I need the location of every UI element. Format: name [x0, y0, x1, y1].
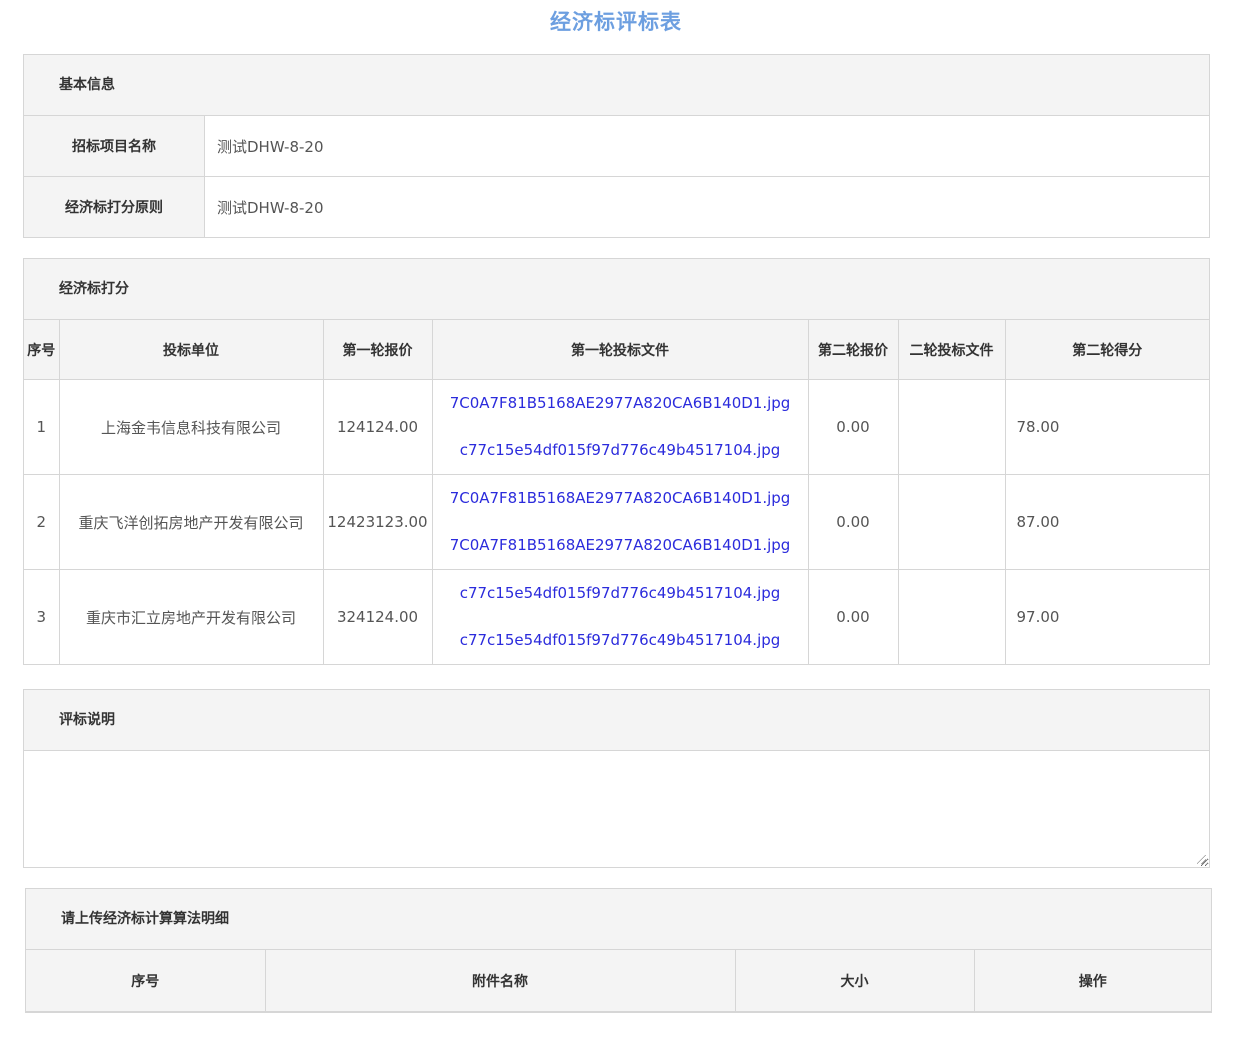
row-price1: 12423123.00 — [322, 474, 433, 570]
col-attach-index: 序号 — [26, 950, 266, 1012]
attachments-panel: 请上传经济标计算算法明细 序号 附件名称 大小 操作 — [25, 888, 1212, 1013]
basic-info-header: 基本信息 — [24, 55, 1209, 116]
basic-info-panel: 基本信息 招标项目名称 测试DHW-8-20 经济标打分原则 测试DHW-8-2… — [23, 54, 1210, 238]
table-header-row: 序号 投标单位 第一轮报价 第一轮投标文件 第二轮报价 二轮投标文件 第二轮得分 — [24, 320, 1209, 380]
page-title: 经济标评标表 — [550, 10, 682, 34]
row-index: 1 — [24, 379, 60, 475]
col-attach-size: 大小 — [734, 950, 975, 1012]
col-price2: 第二轮报价 — [807, 320, 899, 380]
scoring-header: 经济标打分 — [24, 259, 1209, 320]
notes-textarea[interactable] — [24, 751, 1209, 867]
notes-area — [24, 751, 1209, 867]
row-files1: c77c15e54df015f97d776c49b4517104.jpg c77… — [431, 569, 809, 664]
scoring-principle-label: 经济标打分原则 — [24, 176, 205, 237]
notes-header: 评标说明 — [24, 690, 1209, 751]
project-name-value: 测试DHW-8-20 — [204, 116, 1209, 177]
col-files2: 二轮投标文件 — [897, 320, 1006, 380]
scoring-principle-value: 测试DHW-8-20 — [204, 176, 1209, 237]
col-files1: 第一轮投标文件 — [431, 320, 809, 380]
col-company: 投标单位 — [58, 320, 324, 380]
col-price1: 第一轮报价 — [322, 320, 433, 380]
row-score2: 97.00 — [1004, 569, 1209, 664]
table-row: 3 重庆市汇立房地产开发有限公司 324124.00 c77c15e54df01… — [24, 569, 1209, 664]
file-link[interactable]: 7C0A7F81B5168AE2977A820CA6B140D1.jpg — [433, 380, 808, 427]
basic-info-table: 招标项目名称 测试DHW-8-20 经济标打分原则 测试DHW-8-20 — [24, 116, 1209, 237]
row-price1: 124124.00 — [322, 379, 433, 475]
col-attach-name: 附件名称 — [264, 950, 736, 1012]
table-row: 招标项目名称 测试DHW-8-20 — [24, 116, 1209, 177]
attachments-table: 序号 附件名称 大小 操作 — [26, 950, 1211, 1012]
file-link[interactable]: c77c15e54df015f97d776c49b4517104.jpg — [433, 617, 808, 664]
file-link[interactable]: c77c15e54df015f97d776c49b4517104.jpg — [433, 570, 808, 617]
row-index: 3 — [24, 569, 60, 664]
file-link[interactable]: c77c15e54df015f97d776c49b4517104.jpg — [433, 427, 808, 474]
table-header-row: 序号 附件名称 大小 操作 — [26, 950, 1211, 1012]
row-price2: 0.00 — [807, 379, 899, 475]
scoring-table: 序号 投标单位 第一轮报价 第一轮投标文件 第二轮报价 二轮投标文件 第二轮得分… — [24, 320, 1209, 664]
row-files2 — [897, 569, 1006, 664]
row-price2: 0.00 — [807, 569, 899, 664]
row-company: 上海金韦信息科技有限公司 — [58, 379, 324, 475]
row-index: 2 — [24, 474, 60, 570]
table-row: 经济标打分原则 测试DHW-8-20 — [24, 176, 1209, 237]
row-files1: 7C0A7F81B5168AE2977A820CA6B140D1.jpg c77… — [431, 379, 809, 475]
row-score2: 78.00 — [1004, 379, 1209, 475]
row-price1: 324124.00 — [322, 569, 433, 664]
attachments-header: 请上传经济标计算算法明细 — [26, 889, 1211, 950]
file-link[interactable]: 7C0A7F81B5168AE2977A820CA6B140D1.jpg — [433, 475, 808, 522]
table-row: 1 上海金韦信息科技有限公司 124124.00 7C0A7F81B5168AE… — [24, 379, 1209, 475]
row-score2: 87.00 — [1004, 474, 1209, 570]
project-name-label: 招标项目名称 — [24, 116, 205, 177]
row-company: 重庆飞洋创拓房地产开发有限公司 — [58, 474, 324, 570]
col-attach-action: 操作 — [973, 950, 1211, 1012]
table-row: 2 重庆飞洋创拓房地产开发有限公司 12423123.00 7C0A7F81B5… — [24, 474, 1209, 570]
col-score2: 第二轮得分 — [1004, 320, 1209, 380]
file-link[interactable]: 7C0A7F81B5168AE2977A820CA6B140D1.jpg — [433, 522, 808, 569]
scoring-panel: 经济标打分 序号 投标单位 第一轮报价 第一轮投标文件 第二轮报价 二轮投标文件… — [23, 258, 1210, 665]
notes-panel: 评标说明 — [23, 689, 1210, 868]
col-index: 序号 — [24, 320, 60, 380]
row-files2 — [897, 474, 1006, 570]
row-company: 重庆市汇立房地产开发有限公司 — [58, 569, 324, 664]
resize-grip-icon[interactable] — [1197, 855, 1206, 864]
row-files1: 7C0A7F81B5168AE2977A820CA6B140D1.jpg 7C0… — [431, 474, 809, 570]
row-price2: 0.00 — [807, 474, 899, 570]
row-files2 — [897, 379, 1006, 475]
